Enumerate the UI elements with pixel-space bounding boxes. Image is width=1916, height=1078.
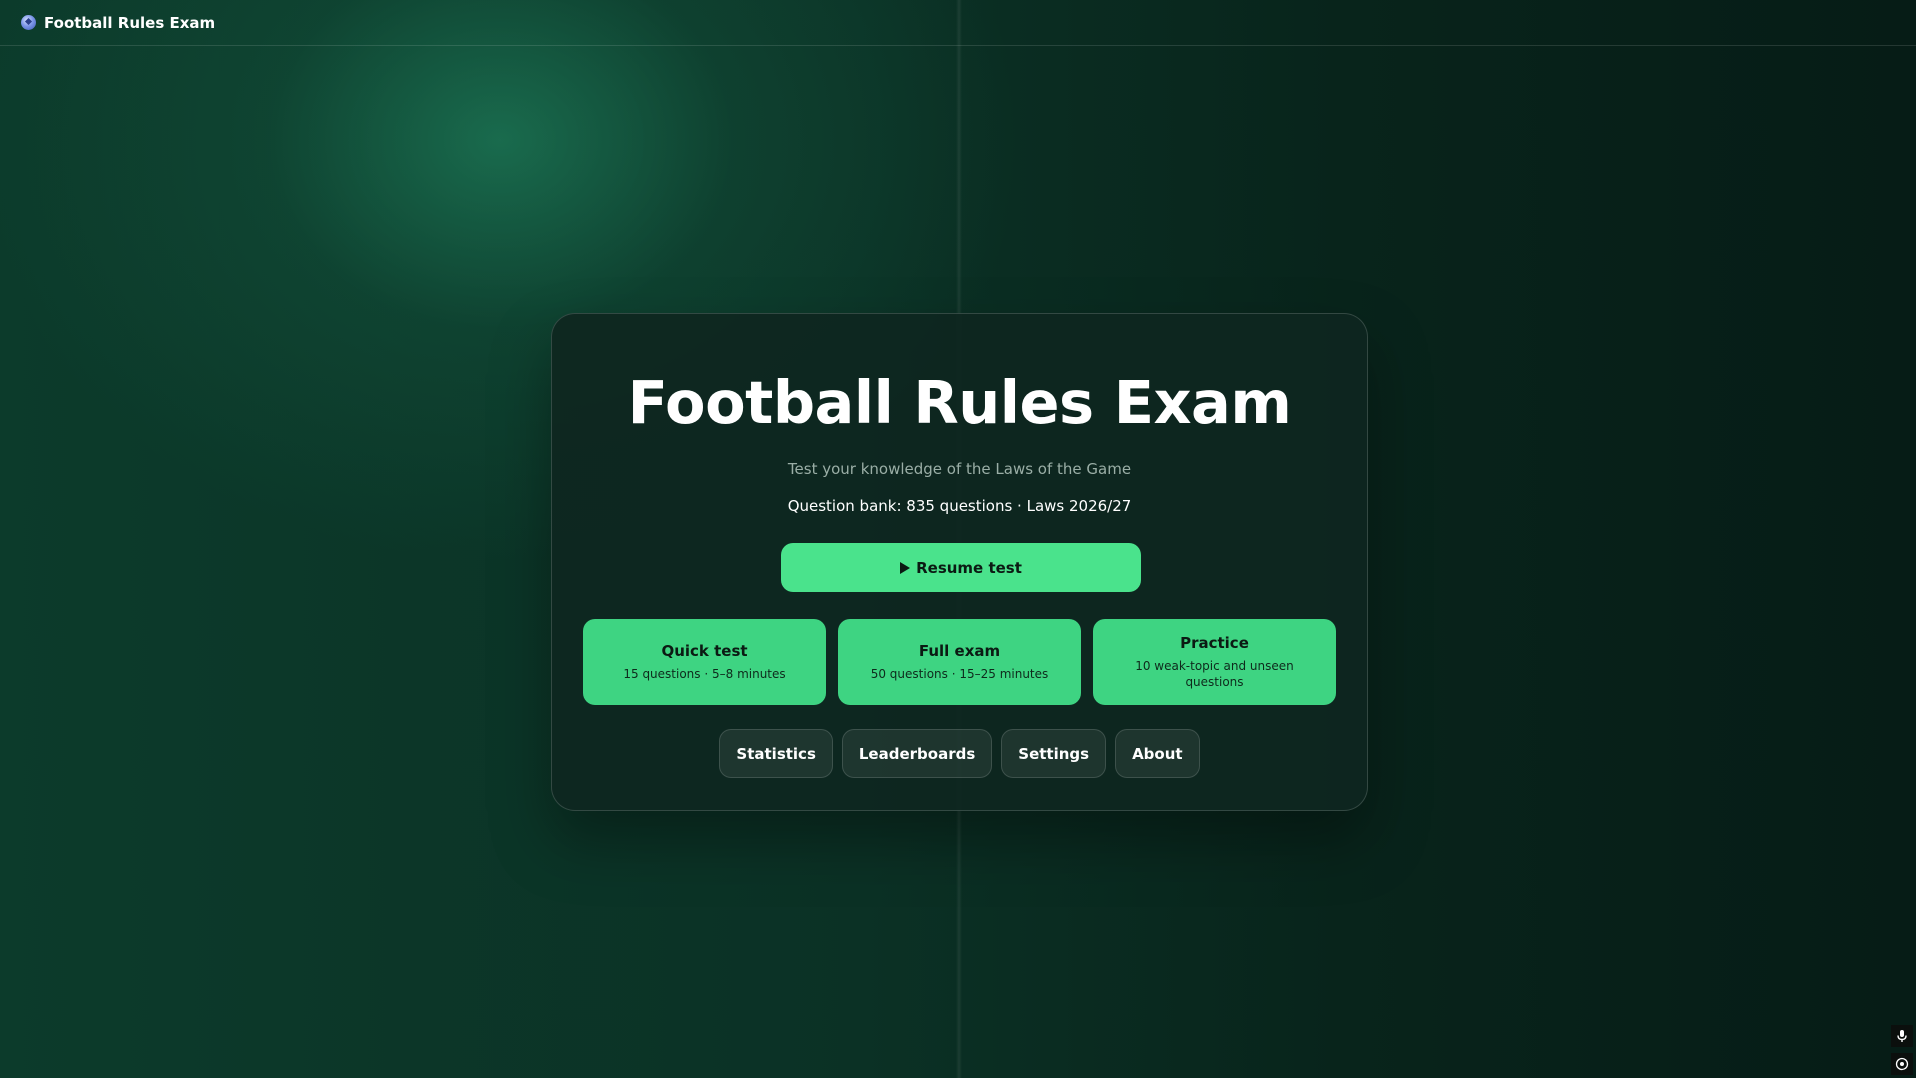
mode-title: Quick test [661, 642, 748, 660]
mode-description: 15 questions · 5–8 minutes [623, 667, 786, 681]
mode-description: 10 weak-topic and unseen questions [1135, 659, 1294, 689]
resume-test-label: Resume test [916, 558, 1022, 577]
statistics-button[interactable]: Statistics [719, 729, 833, 778]
microphone-button[interactable] [1891, 1025, 1913, 1047]
quick-test-button[interactable]: Quick test 15 questions · 5–8 minutes [583, 619, 826, 705]
accessibility-button[interactable] [1891, 1053, 1913, 1075]
secondary-nav: Statistics Leaderboards Settings About [552, 729, 1367, 778]
brand-name: Football Rules Exam [44, 13, 216, 32]
settings-button[interactable]: Settings [1001, 729, 1107, 778]
mode-title: Full exam [918, 642, 1001, 660]
resume-test-button[interactable]: Resume test [781, 543, 1141, 592]
brand[interactable]: Football Rules Exam [21, 14, 215, 32]
leaderboards-button[interactable]: Leaderboards [841, 729, 993, 778]
mode-description: 50 questions · 15–25 minutes [870, 667, 1049, 681]
practice-button[interactable]: Practice 10 weak-topic and unseen questi… [1093, 619, 1336, 705]
accessibility-icon [1895, 1057, 1909, 1071]
about-button[interactable]: About [1115, 729, 1200, 778]
mode-options: Quick test 15 questions · 5–8 minutes Fu… [583, 619, 1336, 705]
microphone-icon [1897, 1030, 1907, 1042]
full-exam-button[interactable]: Full exam 50 questions · 15–25 minutes [838, 619, 1081, 705]
soccer-ball-icon [21, 15, 36, 30]
page-title: Football Rules Exam [627, 368, 1292, 437]
floating-tools [1891, 1025, 1913, 1075]
page-subtitle: Test your knowledge of the Laws of the G… [787, 460, 1132, 478]
question-bank-info: Question bank: 835 questions · Laws 2026… [787, 497, 1132, 515]
home-card: Football Rules Exam Test your knowledge … [551, 313, 1368, 811]
mode-title: Practice [1180, 634, 1249, 652]
top-bar: Football Rules Exam [0, 0, 1916, 46]
play-icon [900, 561, 911, 574]
